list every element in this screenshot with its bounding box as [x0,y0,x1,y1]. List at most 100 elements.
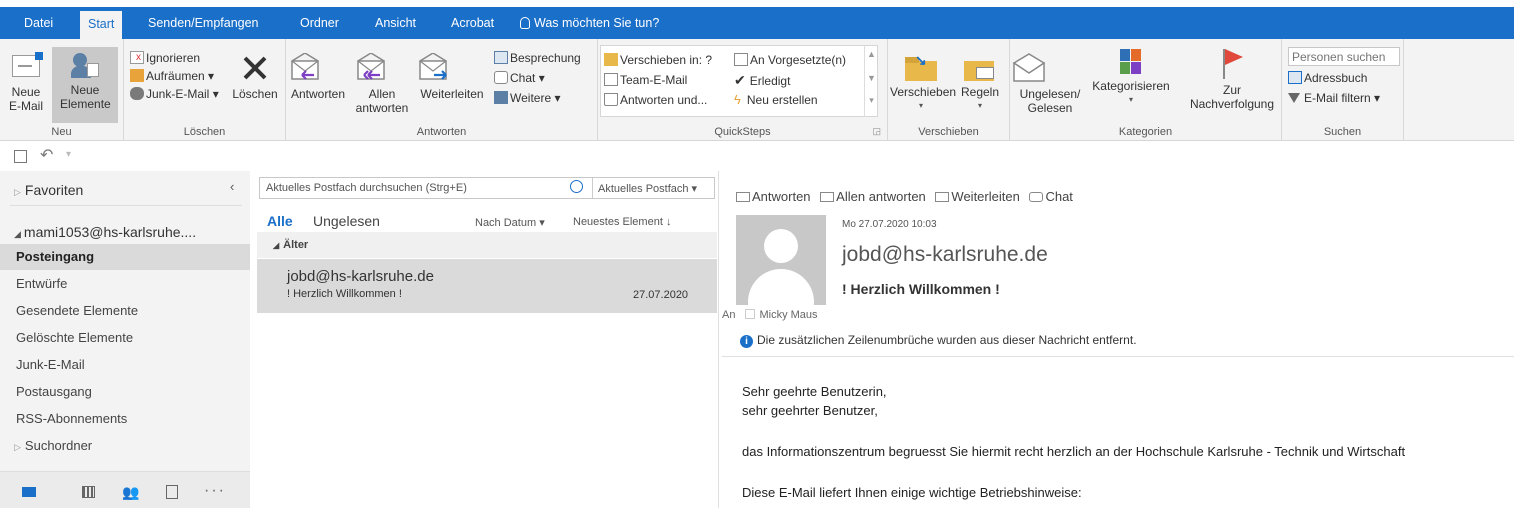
recipient-name[interactable]: Micky Maus [759,309,817,321]
folder-posteingang[interactable]: Posteingang [16,244,94,270]
tab-datei[interactable]: Datei [16,7,61,39]
folder-suchordner[interactable]: ▷ Suchordner [14,433,92,459]
followup-label-1: Zur [1223,83,1241,97]
team-email-icon [604,73,618,86]
tell-me-box[interactable]: Was möchten Sie tun? [512,7,667,39]
quickstep-create[interactable]: ϟ Neu erstellen [734,91,818,109]
send-receive-icon[interactable] [14,150,27,163]
collapse-pane-icon[interactable]: ‹ [230,179,234,194]
quickstep-create-label: Neu erstellen [746,93,818,107]
dialog-launcher-icon[interactable]: ◲ [872,126,881,137]
reading-action-bar: Antworten Allen antworten Weiterleiten C… [736,189,1073,204]
group-kategorien: Ungelesen/ Gelesen Kategorisieren ▾ Zur … [1010,39,1282,141]
followup-button[interactable]: Zur Nachverfolgung [1186,49,1278,111]
filter-all[interactable]: Alle [267,213,293,229]
chat-label: Chat [510,71,536,85]
ribbon-tab-bar: Datei Start Senden/Empfangen Ordner Ansi… [0,7,1514,39]
unread-read-button[interactable]: Ungelesen/ Gelesen [1012,53,1088,115]
expand-arrow-icon: ▷ [14,442,21,452]
reply-all-button[interactable]: Allen antworten [354,53,410,115]
cleanup-button[interactable]: Aufräumen ▾ [130,67,214,85]
group-header[interactable]: ◢ Älter [257,232,717,258]
tab-ordner[interactable]: Ordner [292,7,347,39]
new-email-button[interactable]: Neue E-Mail [4,52,48,113]
reply-button[interactable]: Antworten [288,53,348,101]
list-item[interactable]: jobd@hs-karlsruhe.de ! Herzlich Willkomm… [257,259,717,313]
info-text: Die zusätzlichen Zeilenumbrüche wurden a… [757,333,1137,347]
reply-action[interactable]: Antworten [736,189,811,204]
ignore-button[interactable]: x Ignorieren [130,49,200,67]
forward-button[interactable]: Weiterleiten [416,53,488,101]
search-icon[interactable] [570,180,583,193]
calendar-nav-icon[interactable] [82,486,95,498]
tasks-icon[interactable] [166,485,178,499]
folder-gesendete[interactable]: Gesendete Elemente [16,298,138,324]
people-search-input[interactable] [1288,47,1400,66]
new-email-label: Neue E-Mail [8,85,43,113]
quickstep-move-to[interactable]: Verschieben in: ? [604,51,712,69]
categorize-button[interactable]: Kategorisieren ▾ [1086,49,1176,107]
group-label-kategorien: Kategorien [1118,126,1173,138]
group-label-suchen: Suchen [1323,126,1362,138]
search-scope-dropdown[interactable]: Aktuelles Postfach ▾ [598,182,697,195]
tab-ansicht[interactable]: Ansicht [367,7,424,39]
mail-icon[interactable] [22,487,36,497]
collapse-arrow-icon: ◢ [14,229,21,239]
rules-icon [964,53,996,81]
list-item-sender: jobd@hs-karlsruhe.de [287,268,434,285]
new-items-button[interactable]: Neue Elemente [52,47,118,123]
address-book-button[interactable]: Adressbuch [1288,69,1367,87]
favorites-header[interactable]: ▷ Favoriten [14,177,83,203]
group-verschieben: ↘ Verschieben ▾ Regeln ▾ Verschieben [888,39,1010,141]
group-header-label: ◢ Älter [273,239,309,251]
quickstep-done[interactable]: ✔ Erledigt [734,71,790,89]
quicksteps-scroll[interactable]: ▲ ▼ ▾ [864,45,878,117]
sort-order-toggle[interactable]: Neuestes Element ↓ [573,216,671,228]
folder-postausgang[interactable]: Postausgang [16,379,92,405]
message-sender[interactable]: jobd@hs-karlsruhe.de [842,243,1048,267]
move-button[interactable]: ↘ Verschieben ▾ [890,53,956,113]
rules-button[interactable]: Regeln ▾ [954,53,1006,113]
folder-geloeschte[interactable]: Gelöschte Elemente [16,325,133,351]
lightning-icon: ϟ [734,92,741,107]
search-input[interactable]: Aktuelles Postfach durchsuchen (Strg+E) [266,182,467,194]
calendar-icon [494,51,508,64]
filter-email-button[interactable]: E-Mail filtern ▾ [1288,89,1380,107]
more-dots-icon[interactable]: ··· [204,482,226,500]
folder-rss[interactable]: RSS-Abonnements [16,406,127,432]
scope-label: Aktuelles Postfach [598,183,689,195]
junk-button[interactable]: Junk-E-Mail ▾ [130,85,219,103]
quick-access-toolbar: ↶ ▾ [0,141,1514,171]
ignore-icon: x [130,51,144,64]
filter-unread[interactable]: Ungelesen [313,213,380,229]
avatar-body-icon [748,269,814,305]
sort-by-dropdown[interactable]: Nach Datum ▾ [475,216,545,229]
tab-senden-empfangen[interactable]: Senden/Empfangen [140,7,267,39]
forward-action[interactable]: Weiterleiten [935,189,1020,204]
tab-start[interactable]: Start [80,11,123,39]
expand-arrow-icon: ▷ [14,187,21,197]
folder-junk[interactable]: Junk-E-Mail [16,352,85,378]
reply-all-icon [354,53,410,83]
tab-acrobat[interactable]: Acrobat [443,7,502,39]
meeting-button[interactable]: Besprechung [494,49,581,67]
reply-all-action[interactable]: Allen antworten [820,189,926,204]
reply-small-icon [736,192,750,202]
delete-button[interactable]: Löschen [228,53,282,101]
quickstep-to-manager[interactable]: An Vorgesetzte(n) [734,51,846,69]
account-header[interactable]: ◢ mami1053@hs-karlsruhe.... [14,219,196,245]
folder-entwuerfe[interactable]: Entwürfe [16,271,67,297]
reply-icon [288,53,348,83]
more-button[interactable]: Weitere ▾ [494,89,561,107]
body-line-4: Diese E-Mail liefert Ihnen einige wichti… [742,485,1082,500]
people-icon[interactable]: 👥 [122,484,139,501]
undo-icon[interactable]: ↶ [40,145,53,165]
new-items-icon [71,53,99,79]
quickstep-team-email[interactable]: Team-E-Mail [604,71,687,89]
chat-button[interactable]: Chat ▾ [494,69,545,87]
quickstep-reply-delete[interactable]: Antworten und... [604,91,707,109]
chat-action[interactable]: Chat [1029,189,1073,204]
group-suchen: Adressbuch E-Mail filtern ▾ Suchen [1282,39,1404,141]
customize-qat-icon[interactable]: ▾ [66,149,71,160]
folder-pane: ▷ Favoriten ‹ ◢ mami1053@hs-karlsruhe.... … [0,171,250,508]
